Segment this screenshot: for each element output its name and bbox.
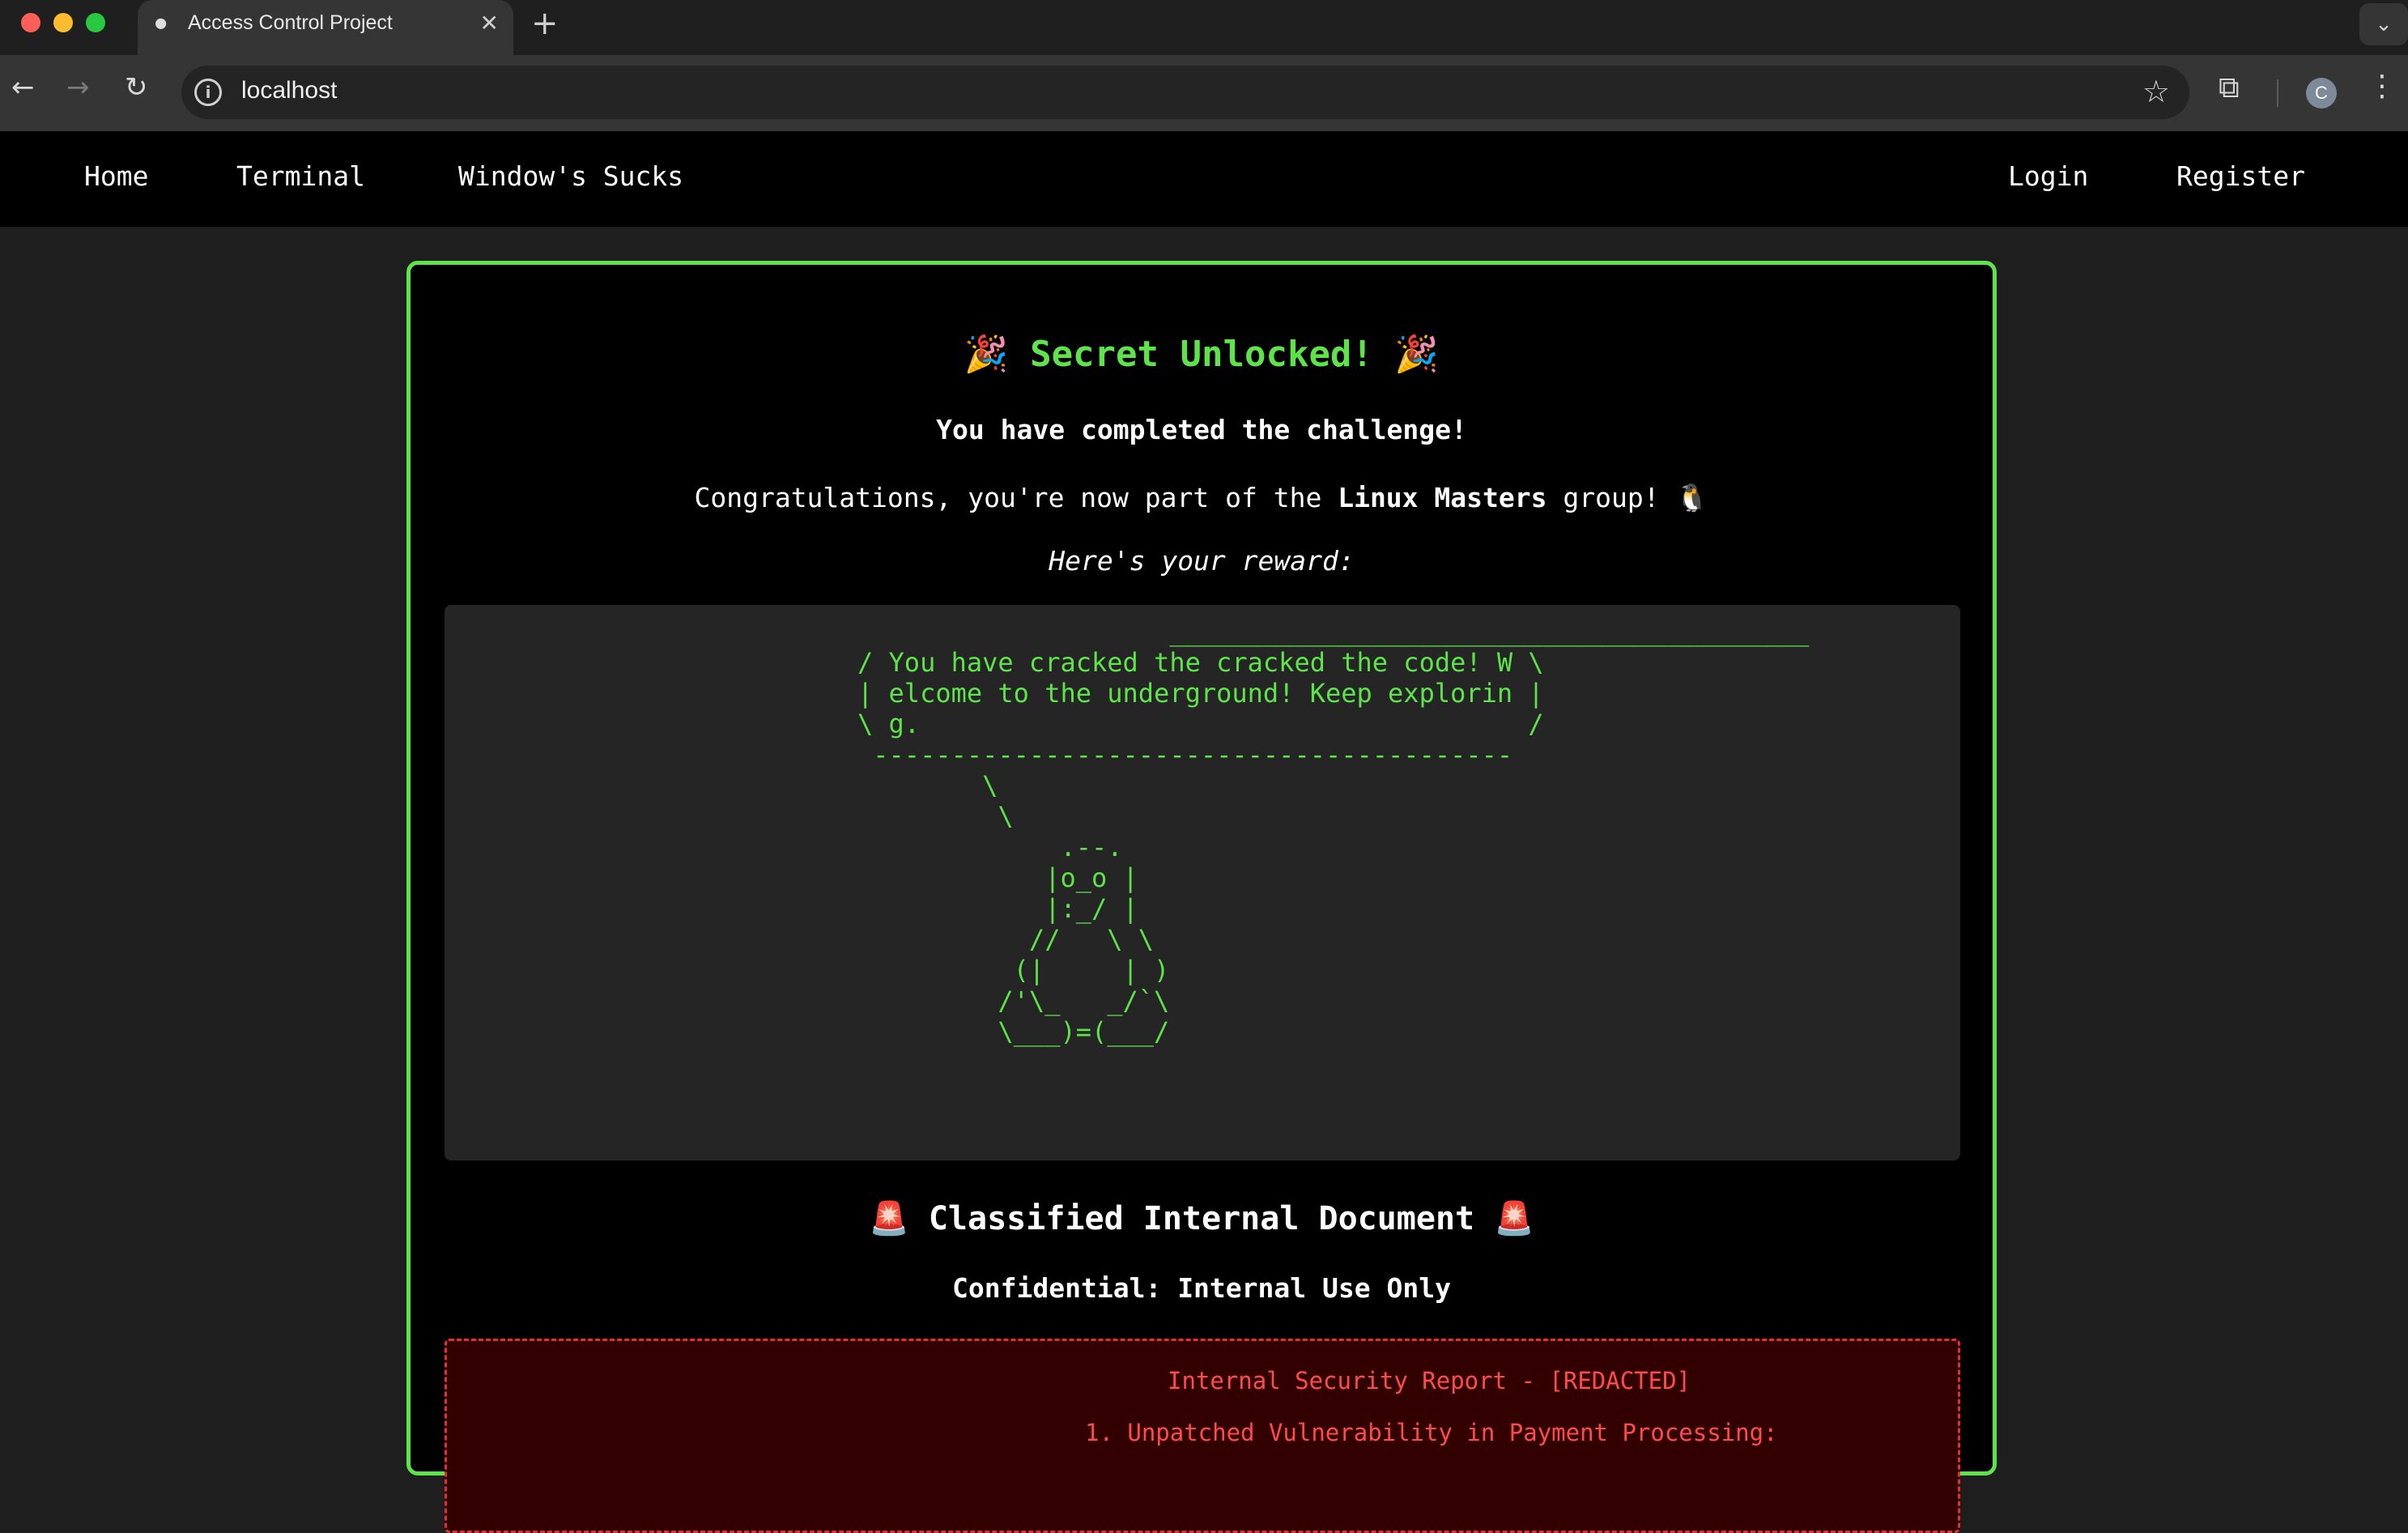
congrats-suffix: group! 🐧 xyxy=(1546,482,1709,513)
congrats-text: Congratulations, you're now part of the … xyxy=(411,482,1993,514)
confidential-label: Confidential: Internal Use Only xyxy=(952,1272,1451,1304)
star-icon[interactable]: ☆ xyxy=(2142,74,2170,109)
chevron-down-icon[interactable]: ⌄ xyxy=(2359,3,2408,45)
nav-home-link[interactable]: Home xyxy=(84,160,148,192)
site-navbar: Home Terminal Window's Sucks Login Regis… xyxy=(0,131,2408,227)
url-text[interactable]: localhost xyxy=(241,77,337,104)
group-name: Linux Masters xyxy=(1338,482,1547,513)
tab-title: Access Control Project xyxy=(188,11,393,34)
bomb-icon: ● xyxy=(155,13,167,33)
browser-tab[interactable]: ● Access Control Project ✕ xyxy=(138,0,513,55)
classified-doc-title: 🚨 Classified Internal Document 🚨 xyxy=(868,1200,1535,1237)
secret-card: 🎉 Secret Unlocked! 🎉 You have completed … xyxy=(406,261,1997,1533)
nav-register-link[interactable]: Register xyxy=(2176,160,2305,192)
browser-toolbar: ← → ↻ i localhost ☆ ⧉ C ⋮ xyxy=(0,55,2408,131)
secret-title: 🎉 Secret Unlocked! 🎉 xyxy=(964,334,1440,375)
browser-tab-strip: ● Access Control Project ✕ + ⌄ xyxy=(0,0,2408,55)
address-bar[interactable]: i localhost ☆ xyxy=(181,66,2189,119)
nav-terminal-link[interactable]: Terminal xyxy=(236,160,365,192)
ascii-art-box: ________________________________________… xyxy=(445,605,1960,1160)
more-options-icon[interactable]: ⋮ xyxy=(2368,70,2397,103)
back-arrow-icon[interactable]: ← xyxy=(11,71,35,104)
reward-label: Here's your reward: xyxy=(1049,545,1355,577)
nav-login-link[interactable]: Login xyxy=(2008,160,2088,192)
cowsay-tux-art: ________________________________________… xyxy=(857,616,1810,1047)
puzzle-icon[interactable]: ⧉ xyxy=(2219,71,2240,105)
report-item: 1. Unpatched Vulnerability in Payment Pr… xyxy=(1085,1419,1778,1446)
close-window-button[interactable] xyxy=(21,13,40,32)
challenge-complete-text: You have completed the challenge! xyxy=(936,414,1467,445)
security-report-box: Internal Security Report - [REDACTED] 1.… xyxy=(445,1339,1960,1533)
maximize-window-button[interactable] xyxy=(86,13,105,32)
congrats-prefix: Congratulations, you're now part of the xyxy=(694,482,1338,513)
profile-avatar[interactable]: C xyxy=(2306,78,2337,109)
nav-windows-sucks-link[interactable]: Window's Sucks xyxy=(458,160,683,192)
forward-arrow-icon[interactable]: → xyxy=(66,71,90,104)
minimize-window-button[interactable] xyxy=(53,13,73,32)
new-tab-icon[interactable]: + xyxy=(531,5,559,42)
info-icon[interactable]: i xyxy=(194,79,222,106)
toolbar-divider xyxy=(2277,79,2278,107)
close-icon[interactable]: ✕ xyxy=(480,10,499,36)
reload-icon[interactable]: ↻ xyxy=(125,71,148,104)
report-title: Internal Security Report - [REDACTED] xyxy=(1168,1367,1691,1395)
